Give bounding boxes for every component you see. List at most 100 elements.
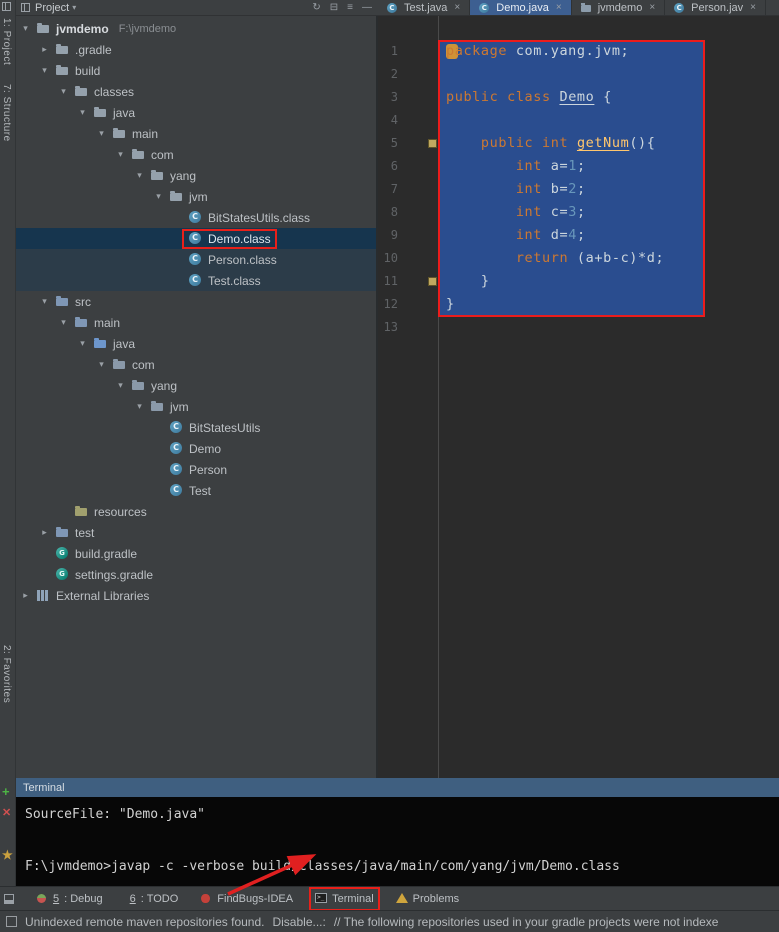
gutter-icon[interactable] <box>428 139 437 148</box>
tree-item[interactable]: BitStatesUtils <box>15 417 376 438</box>
toolbar-debug[interactable]: 5: Debug <box>36 893 103 905</box>
tree-item[interactable]: ▾ main <box>15 312 376 333</box>
close-icon[interactable]: × <box>454 2 460 13</box>
tree-item[interactable]: settings.gradle <box>15 564 376 585</box>
editor-pane[interactable]: 1 2 3 4 5 6 7 8 9 10 11 12 13 package com.yang.jvm; p… <box>378 16 779 778</box>
line-number[interactable]: 7 <box>380 178 398 201</box>
chevron-down-icon[interactable]: ▾ <box>72 3 76 12</box>
tree-item[interactable]: ▾ jvmdemo F:\jvmdemo <box>15 18 376 39</box>
tool-window-anchor-icon[interactable] <box>4 893 14 904</box>
terminal-lines[interactable]: SourceFile: "Demo.java" F:\jvmdemo>javap … <box>15 797 779 886</box>
expand-arrow-icon[interactable]: ▾ <box>38 296 51 307</box>
close-icon[interactable]: ✕ <box>2 806 11 819</box>
line-number[interactable]: 6 <box>380 155 398 178</box>
tree-item[interactable]: Demo <box>15 438 376 459</box>
line-number[interactable]: 1 <box>380 40 398 63</box>
tree-item[interactable]: ▾ build <box>15 60 376 81</box>
close-icon[interactable]: × <box>750 2 756 13</box>
expand-arrow-icon[interactable]: ▾ <box>133 401 146 412</box>
stripe-button-favorites[interactable]: 2: Favorites <box>1 645 12 703</box>
tree-item[interactable]: ▾ com <box>15 354 376 375</box>
tree-item[interactable]: Demo.class <box>15 228 376 249</box>
tree-item[interactable]: ▾ jvm <box>15 396 376 417</box>
tree-item[interactable]: ▾ java <box>15 333 376 354</box>
close-icon[interactable]: × <box>649 2 655 13</box>
tree-item[interactable]: ▸ External Libraries <box>15 585 376 606</box>
editor-tab-person-jav[interactable]: Person.jav × <box>665 0 766 15</box>
expand-arrow-icon[interactable]: ▸ <box>38 527 51 538</box>
tree-item[interactable]: ▾ jvm <box>15 186 376 207</box>
tree-item[interactable]: Person.class <box>15 249 376 270</box>
expand-arrow-icon[interactable]: ▾ <box>76 107 89 118</box>
project-panel-title[interactable]: Project <box>35 2 69 14</box>
editor-tab-demo-java[interactable]: Demo.java × <box>470 0 572 15</box>
editor-tabs: Test.java × Demo.java × jvmdemo × Person.jav × <box>378 0 779 16</box>
tree-item[interactable]: ▾ src <box>15 291 376 312</box>
expand-arrow-icon[interactable]: ▾ <box>38 65 51 76</box>
tree-item[interactable]: Test <box>15 480 376 501</box>
expand-arrow-icon[interactable]: ▾ <box>57 317 70 328</box>
line-number[interactable]: 4 <box>380 109 398 132</box>
tool-window-switcher-icon[interactable] <box>2 2 11 11</box>
tree-item[interactable]: BitStatesUtils.class <box>15 207 376 228</box>
toolbar-terminal[interactable]: Terminal <box>309 886 380 911</box>
close-icon[interactable]: × <box>556 2 562 13</box>
tree-item[interactable]: ▾ com <box>15 144 376 165</box>
tree-item[interactable]: ▾ main <box>15 123 376 144</box>
collapse-all-icon[interactable]: ⊟ <box>330 1 338 15</box>
expand-arrow-icon[interactable]: ▾ <box>152 191 165 202</box>
expand-arrow-icon[interactable]: ▾ <box>95 359 108 370</box>
terminal-panel-header[interactable]: Terminal <box>15 778 779 797</box>
line-number[interactable]: 9 <box>380 224 398 247</box>
tree-item[interactable]: build.gradle <box>15 543 376 564</box>
line-number[interactable]: 13 <box>380 316 398 339</box>
line-number[interactable]: 10 <box>380 247 398 270</box>
add-icon[interactable]: + <box>2 784 10 799</box>
stripe-button-structure[interactable]: 7: Structure <box>1 84 12 142</box>
line-number[interactable]: 8 <box>380 201 398 224</box>
favorites-star-icon[interactable]: ★ <box>2 848 13 862</box>
disable-link[interactable]: Disable...: <box>272 915 325 929</box>
tree-item-label: resources <box>94 504 147 519</box>
tree-item[interactable]: ▸ test <box>15 522 376 543</box>
project-tree[interactable]: ▾ jvmdemo F:\jvmdemo ▸ .gradle ▾ build ▾ classes… <box>15 16 378 778</box>
line-number[interactable]: 12 <box>380 293 398 316</box>
expand-arrow-icon[interactable]: ▾ <box>95 128 108 139</box>
line-number[interactable]: 5 <box>380 132 398 155</box>
sync-icon[interactable]: ↻ <box>312 1 320 15</box>
expand-arrow-icon[interactable]: ▾ <box>57 86 70 97</box>
settings-icon[interactable]: ≡ <box>347 1 353 15</box>
class-icon <box>169 484 184 497</box>
status-bar-icon[interactable] <box>6 916 17 927</box>
expand-arrow-icon[interactable]: ▾ <box>114 149 127 160</box>
tree-item[interactable]: resources <box>15 501 376 522</box>
expand-arrow-icon[interactable]: ▾ <box>114 380 127 391</box>
tree-item[interactable]: ▾ java <box>15 102 376 123</box>
toolbar-findbugs-idea[interactable]: FindBugs-IDEA <box>200 893 293 905</box>
expand-arrow-icon[interactable]: ▾ <box>19 23 32 34</box>
tree-item-label: yang <box>151 378 178 393</box>
tree-item[interactable]: Test.class <box>15 270 376 291</box>
line-number[interactable]: 2 <box>380 63 398 86</box>
expand-arrow-icon[interactable]: ▾ <box>76 338 89 349</box>
tree-item[interactable]: ▸ .gradle <box>15 39 376 60</box>
hide-icon[interactable]: — <box>362 1 372 15</box>
code-token: com.yang.jvm; <box>507 43 630 59</box>
line-number[interactable]: 3 <box>380 86 398 109</box>
code-lines[interactable]: package com.yang.jvm; public class Demo {… <box>438 40 664 339</box>
expand-arrow-icon[interactable]: ▸ <box>19 590 32 601</box>
tree-item[interactable]: ▾ yang <box>15 165 376 186</box>
line-number[interactable]: 11 <box>380 270 398 293</box>
editor-tab-jvmdemo[interactable]: jvmdemo × <box>572 0 666 15</box>
editor-tab-test-java[interactable]: Test.java × <box>378 0 471 15</box>
expand-arrow-icon[interactable]: ▾ <box>133 170 146 181</box>
expand-arrow-icon[interactable]: ▸ <box>38 44 51 55</box>
toolbar-todo[interactable]: 6: TODO <box>125 893 179 905</box>
tree-item[interactable]: ▾ yang <box>15 375 376 396</box>
tree-item[interactable]: ▾ classes <box>15 81 376 102</box>
tree-item[interactable]: Person <box>15 459 376 480</box>
stripe-button-project[interactable]: 1: Project <box>1 18 12 65</box>
gutter-icon[interactable] <box>428 277 437 286</box>
toolbar-problems[interactable]: Problems <box>395 893 459 905</box>
